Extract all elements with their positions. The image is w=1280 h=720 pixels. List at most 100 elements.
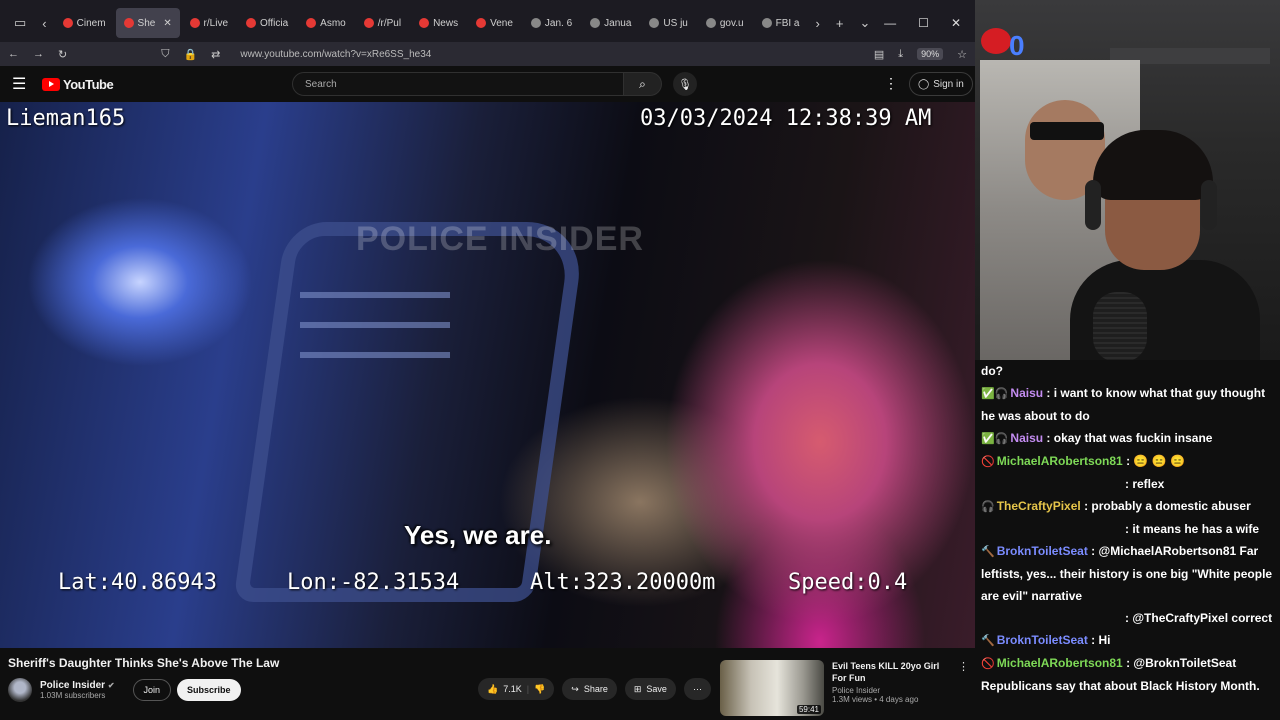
chat-username[interactable]: MichaelARobertson81: [997, 656, 1123, 670]
minimize-icon[interactable]: —: [884, 16, 896, 30]
tab-list-icon[interactable]: ▭: [6, 15, 34, 31]
search-input[interactable]: Search: [292, 72, 624, 96]
back-icon[interactable]: ←: [8, 48, 19, 60]
tab-label: /r/Pul: [377, 17, 402, 29]
channel-name[interactable]: Police Insider ✔: [40, 680, 115, 691]
channel-avatar[interactable]: [8, 678, 32, 702]
browser-tab[interactable]: Cinem: [55, 8, 114, 38]
recommended-info: Evil Teens KILL 20yo Girl For Fun Police…: [832, 660, 952, 720]
more-horizontal-icon: ⋯: [692, 683, 702, 694]
recommended-meta: 1.3M views • 4 days ago: [832, 695, 919, 704]
browser-tab[interactable]: Asmo: [298, 8, 354, 38]
voice-search-button[interactable]: 🎙: [673, 72, 697, 96]
browser-tab[interactable]: FBI a: [754, 8, 808, 38]
chat-username[interactable]: Naisu: [1010, 431, 1043, 445]
search-button[interactable]: ⌕: [624, 72, 662, 96]
more-options-icon[interactable]: ⋮: [884, 75, 898, 92]
lock-icon[interactable]: 🔒: [183, 48, 197, 61]
tab-label: Officia: [260, 17, 289, 29]
tab-favicon-icon: [189, 18, 200, 28]
verified-icon: ✔: [107, 681, 115, 690]
youtube-header: ☰ YouTube Search ⌕ 🎙 ⋮ ◯ Sign in: [0, 66, 975, 102]
browser-tab[interactable]: Officia: [238, 8, 296, 38]
permissions-icon[interactable]: ⇄: [211, 48, 220, 61]
youtube-logo[interactable]: YouTube: [42, 77, 114, 92]
chat-username[interactable]: MichaelARobertson81: [997, 454, 1123, 468]
chat-message: : reflex: [981, 473, 1274, 495]
tab-favicon-icon: [246, 18, 256, 28]
recommended-more-icon[interactable]: ⋮: [958, 660, 969, 720]
new-tab-icon[interactable]: +: [828, 16, 852, 31]
tab-overflow-icon[interactable]: ⌄: [851, 15, 878, 31]
chat-username[interactable]: Naisu: [1010, 386, 1043, 400]
more-actions-button[interactable]: ⋯: [683, 678, 711, 700]
tab-favicon-icon: [476, 18, 487, 28]
mic-icon: 🎙: [678, 78, 692, 91]
tab-favicon-icon: [306, 18, 317, 28]
browser-tab[interactable]: News: [411, 8, 466, 38]
join-button[interactable]: Join: [132, 679, 172, 701]
reload-icon[interactable]: ↻: [58, 48, 67, 61]
browser-tab[interactable]: She ✕: [115, 8, 180, 38]
browser-tab[interactable]: Jan. 6: [523, 8, 580, 38]
video-frame-bar: [300, 322, 450, 328]
chat-badge-icon: 🚫: [981, 456, 995, 468]
browser-tab[interactable]: r/Live: [182, 8, 236, 38]
chat-username[interactable]: BroknToiletSeat: [997, 633, 1088, 647]
share-button[interactable]: ↪ Share: [562, 678, 617, 700]
close-window-icon[interactable]: ✕: [951, 16, 961, 30]
tab-label: News: [433, 17, 459, 29]
chat-username[interactable]: BroknToiletSeat: [997, 544, 1088, 558]
chat-text: : probably a domestic abuser: [1080, 499, 1251, 513]
chat-message: ✅🎧 Naisu : okay that was fuckin insane: [981, 427, 1274, 450]
bookmark-star-icon[interactable]: ☆: [957, 48, 967, 61]
zoom-level[interactable]: 90%: [917, 48, 944, 60]
download-icon[interactable]: ⤓: [898, 48, 903, 61]
chat-text: : it means he has a wife: [1125, 522, 1260, 536]
browser-tab[interactable]: Vene: [468, 8, 521, 38]
tab-scroll-right-icon[interactable]: ›: [808, 16, 828, 31]
tab-favicon-icon: [419, 18, 430, 28]
youtube-logo-icon: [42, 77, 60, 91]
reader-icon[interactable]: ▤: [874, 48, 884, 61]
browser-nav-bar: ← → ↻ ⛉ 🔒 ⇄ www.youtube.com/watch?v=xRe6…: [0, 42, 975, 66]
chat-text: : reflex: [1125, 477, 1165, 491]
browser-tab[interactable]: Janua: [582, 8, 639, 38]
recommended-title[interactable]: Evil Teens KILL 20yo Girl For Fun: [832, 660, 952, 684]
tab-label: r/Live: [203, 17, 228, 29]
recommended-video[interactable]: 59:41 Evil Teens KILL 20yo Girl For Fun …: [720, 660, 975, 720]
maximize-icon[interactable]: ☐: [918, 16, 929, 30]
shield-icon[interactable]: ⛉: [161, 48, 169, 61]
yt-signin-button[interactable]: ◯ Sign in: [909, 72, 973, 96]
like-icon[interactable]: 👍: [487, 684, 498, 695]
tabs: Cinem She ✕ r/Live Officia Asmo/r/Pul News Vene…: [55, 8, 808, 38]
recommended-channel[interactable]: Police Insider: [832, 686, 952, 695]
tab-favicon-icon: [705, 18, 716, 28]
forward-icon[interactable]: →: [33, 48, 44, 60]
save-button[interactable]: ⊞ Save: [624, 678, 676, 700]
url-bar[interactable]: www.youtube.com/watch?v=xRe6SS_he34: [240, 49, 859, 60]
streamer-webcam: 0: [975, 0, 1280, 360]
subscribe-button[interactable]: Subscribe: [177, 679, 241, 701]
tab-favicon-icon: [123, 18, 134, 28]
osd-user: Lieman165: [6, 106, 126, 131]
chat-message: 🎧 TheCraftyPixel : probably a domestic ab…: [981, 495, 1274, 518]
recommended-thumbnail[interactable]: 59:41: [720, 660, 824, 716]
channel-badge-icon: [981, 28, 1011, 54]
browser-tab[interactable]: /r/Pul: [356, 8, 409, 38]
browser-tab[interactable]: gov.u: [698, 8, 752, 38]
channel-row: Police Insider ✔ 1.03M subscribers Join …: [8, 677, 241, 703]
video-player[interactable]: Lieman165 03/03/2024 12:38:39 AM POLICE …: [0, 102, 975, 648]
browser-tab-bar: ▭ ‹ Cinem She ✕ r/Live Officia Asmo/r/Pul News…: [0, 0, 975, 46]
chat-username[interactable]: TheCraftyPixel: [997, 499, 1081, 513]
close-tab-icon[interactable]: ✕: [163, 18, 171, 29]
tab-scroll-left-icon[interactable]: ‹: [34, 16, 54, 31]
dislike-icon[interactable]: 👎: [534, 684, 545, 695]
browser-tab[interactable]: US ju: [641, 8, 695, 38]
like-count[interactable]: 7.1K: [503, 684, 522, 694]
menu-icon[interactable]: ☰: [12, 74, 42, 94]
video-title: Sheriff's Daughter Thinks She's Above Th…: [8, 656, 280, 670]
tab-label: US ju: [663, 17, 688, 29]
tab-favicon-icon: [530, 18, 541, 28]
headphone-right-icon: [1201, 180, 1217, 230]
